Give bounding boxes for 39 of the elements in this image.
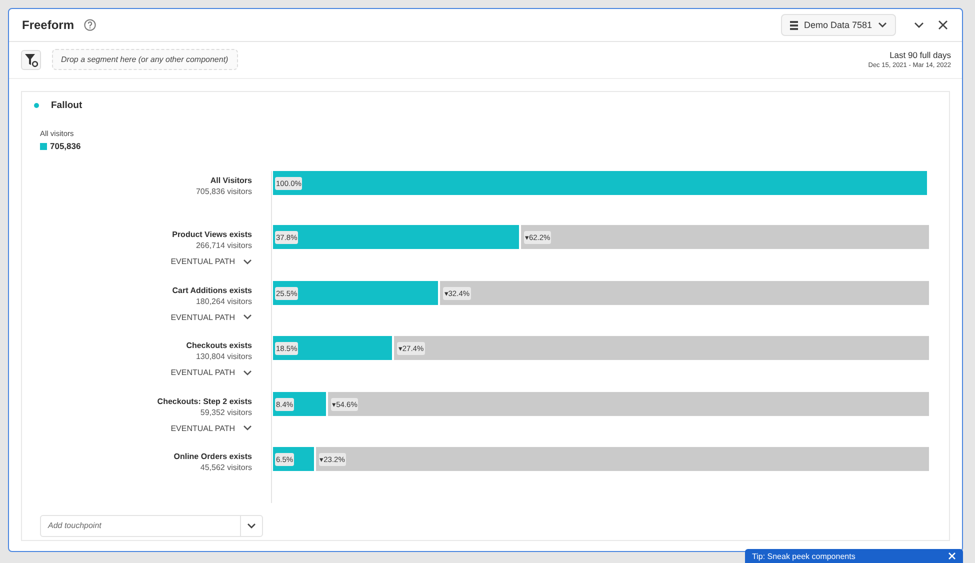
step-visitors: 45,562 visitors [200, 463, 252, 472]
eventual-path-dropdown[interactable]: EVENTUAL PATH [170, 257, 252, 266]
step-visitors: 180,264 visitors [196, 296, 252, 306]
add-touchpoint-field[interactable]: Add touchpoint [40, 514, 263, 536]
eventual-path-dropdown[interactable]: EVENTUAL PATH [170, 368, 252, 377]
eventual-path-dropdown[interactable]: EVENTUAL PATH [170, 312, 252, 322]
segment-filter-button[interactable] [21, 50, 41, 70]
date-range-label[interactable]: Last 90 full days [890, 50, 951, 60]
chevron-down-icon [243, 425, 252, 431]
step-visitors: 130,804 visitors [196, 352, 252, 361]
eventual-path-dropdown[interactable]: EVENTUAL PATH [170, 424, 252, 432]
step-visitors: 705,836 visitors [196, 187, 252, 196]
close-icon[interactable] [938, 20, 948, 30]
tip-toast[interactable]: Tip: Sneak peek components [745, 549, 963, 563]
data-view-dropdown[interactable]: Demo Data 7581 [780, 14, 896, 36]
panel-title: Freeform [22, 18, 74, 32]
step-name: Online Orders exists [174, 452, 252, 461]
step-name: Cart Additions exists [172, 286, 252, 294]
fallout-bar-fill[interactable] [273, 280, 440, 304]
step-name: All Visitors [210, 176, 252, 185]
chevron-down-icon [243, 314, 252, 320]
chevron-down-icon [243, 258, 252, 264]
chevron-down-icon [243, 370, 252, 376]
segment-drop-zone[interactable]: Drop a segment here (or any other component) [52, 49, 238, 70]
legend-value: 705,836 [50, 141, 81, 151]
step-name: Checkouts: Step 2 exists [157, 396, 252, 406]
status-dot [34, 103, 39, 108]
collapse-icon[interactable] [914, 22, 924, 28]
chevron-down-icon [247, 522, 256, 528]
step-visitors: 266,714 visitors [196, 241, 252, 250]
legend-swatch [40, 142, 47, 150]
tip-text: Tip: Sneak peek components [752, 552, 856, 561]
chevron-down-icon [878, 22, 887, 28]
help-icon[interactable] [84, 19, 96, 31]
fallout-title: Fallout [51, 100, 82, 111]
step-name: Checkouts exists [186, 341, 252, 350]
step-visitors: 59,352 visitors [200, 408, 252, 416]
database-icon [790, 20, 798, 30]
step-name: Product Views exists [172, 230, 252, 239]
